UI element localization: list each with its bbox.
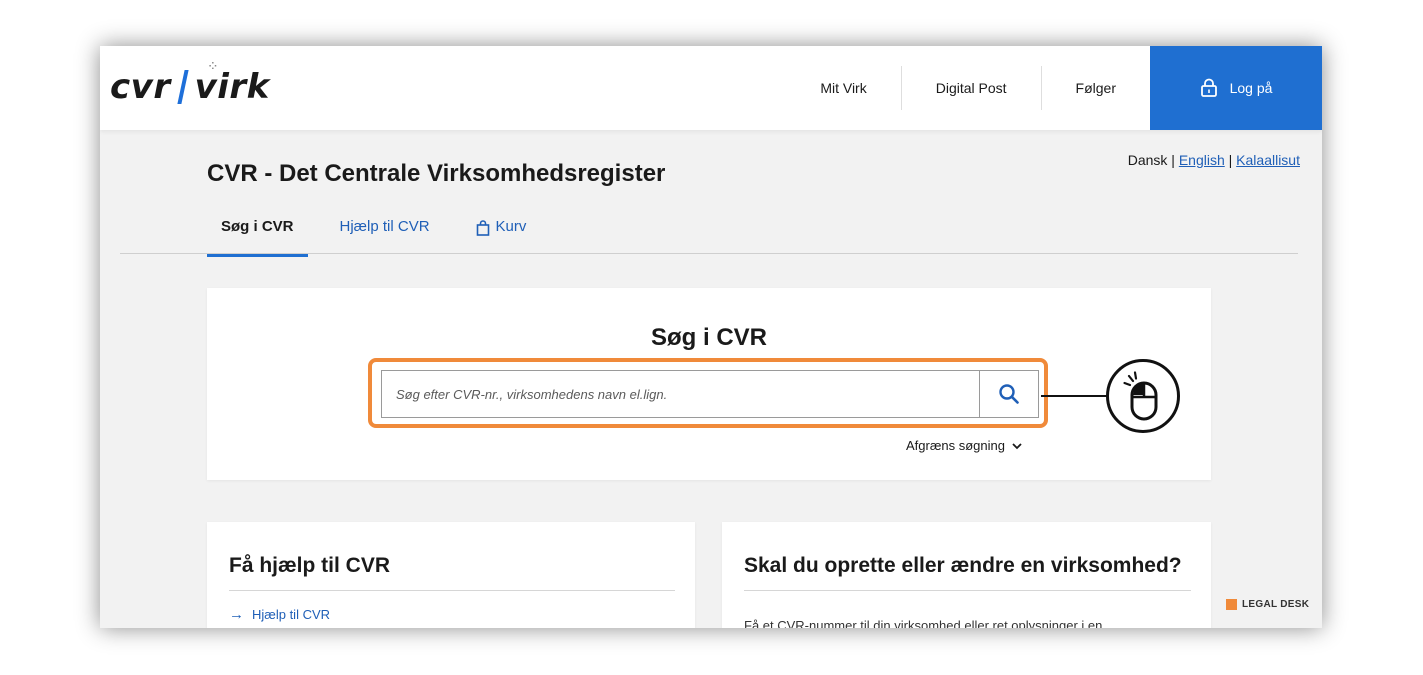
create-company-title: Skal du oprette eller ændre en virksomhe…	[744, 554, 1182, 577]
help-card: Få hjælp til CVR → Hjælp til CVR	[207, 522, 695, 628]
tab-search-cvr[interactable]: Søg i CVR	[207, 214, 308, 257]
login-button[interactable]: Log på	[1150, 46, 1322, 130]
logo-virk-label: virk	[194, 67, 270, 107]
help-link[interactable]: → Hjælp til CVR	[229, 606, 330, 623]
logo-cvr-text: cvr	[110, 67, 171, 107]
search-panel: Søg i CVR Afgræns søgning	[207, 288, 1211, 480]
create-company-text: Få et CVR-nummer til din virksomhed elle…	[744, 618, 1103, 628]
search-button[interactable]	[979, 370, 1039, 418]
lang-dansk[interactable]: Dansk	[1128, 152, 1168, 168]
browser-window: cvr virk ⁘ Mit Virk Digital Post Følger …	[100, 46, 1322, 628]
login-label: Log på	[1229, 80, 1273, 96]
nav-mit-virk[interactable]: Mit Virk	[786, 66, 900, 110]
tab-label: Hjælp til CVR	[339, 218, 430, 235]
legal-desk-icon	[1226, 599, 1237, 610]
tabs-divider	[120, 253, 1298, 254]
page-title: CVR - Det Centrale Virksomhedsregister	[207, 160, 666, 187]
search-input[interactable]	[381, 370, 979, 418]
lang-english[interactable]: English	[1179, 152, 1225, 168]
tab-label: Kurv	[495, 218, 527, 235]
lang-kalaallisut[interactable]: Kalaallisut	[1236, 152, 1300, 168]
logo-divider	[176, 70, 189, 104]
lang-separator: |	[1228, 152, 1233, 168]
search-title: Søg i CVR	[650, 324, 767, 351]
card-divider	[744, 590, 1191, 591]
legal-desk-badge[interactable]: LEGAL DESK	[1226, 599, 1309, 610]
logo-virk-text: virk ⁘	[194, 61, 270, 107]
top-header: cvr virk ⁘ Mit Virk Digital Post Følger …	[100, 46, 1322, 130]
legal-desk-label: LEGAL DESK	[1242, 599, 1310, 610]
arrow-right-icon: →	[229, 606, 244, 623]
cvr-tabs: Søg i CVR Hjælp til CVR Kurv	[207, 214, 541, 257]
callout-connector-line	[1041, 395, 1107, 397]
tab-label: Søg i CVR	[221, 218, 294, 235]
help-card-title: Få hjælp til CVR	[229, 554, 391, 577]
tab-basket[interactable]: Kurv	[462, 214, 541, 254]
logo-crown-icon: ⁘	[208, 61, 217, 72]
cvr-virk-logo[interactable]: cvr virk ⁘	[110, 61, 270, 110]
lang-separator: |	[1171, 152, 1175, 168]
refine-search-label: Afgræns søgning	[906, 438, 1005, 453]
chevron-down-icon	[1012, 442, 1022, 449]
mouse-icon	[1123, 371, 1158, 421]
card-divider	[229, 590, 675, 591]
bag-icon	[476, 220, 489, 236]
language-switcher: Dansk | English | Kalaallisut	[1128, 152, 1300, 168]
nav-folger[interactable]: Følger	[1040, 66, 1150, 110]
refine-search-toggle[interactable]: Afgræns søgning	[906, 438, 1023, 453]
search-icon	[999, 384, 1019, 404]
lock-icon	[1200, 78, 1217, 97]
tab-help-cvr[interactable]: Hjælp til CVR	[326, 214, 444, 254]
help-link-label: Hjælp til CVR	[252, 607, 331, 622]
mouse-click-callout	[1106, 359, 1180, 433]
nav-digital-post[interactable]: Digital Post	[900, 66, 1041, 110]
top-nav: Mit Virk Digital Post Følger Log på	[786, 46, 1322, 130]
create-company-card: Skal du oprette eller ændre en virksomhe…	[722, 522, 1211, 628]
